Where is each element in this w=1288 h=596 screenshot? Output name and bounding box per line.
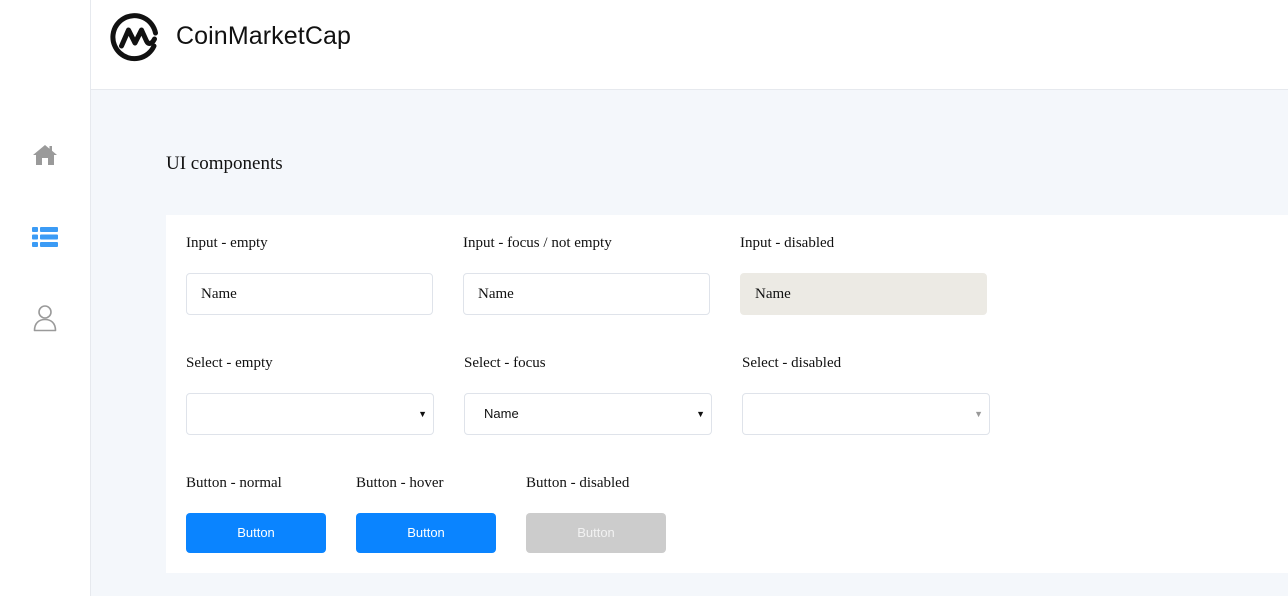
sidebar [0, 0, 91, 596]
button-normal[interactable]: Button [186, 513, 326, 553]
home-icon [33, 145, 57, 165]
button-normal-label: Button - normal [186, 475, 282, 491]
page-title: UI components [166, 153, 283, 174]
select-empty-label: Select - empty [186, 355, 273, 371]
input-disabled-label: Input - disabled [740, 235, 835, 251]
main-content: UI components Input - empty Input - focu… [91, 90, 1288, 596]
select-focus-label: Select - focus [464, 355, 546, 371]
input-empty-label: Input - empty [186, 235, 268, 251]
coinmarketcap-logo-icon[interactable] [110, 13, 161, 64]
input-disabled-field: Name [740, 273, 987, 315]
select-disabled-label: Select - disabled [742, 355, 842, 371]
select-empty[interactable]: ▼ [186, 393, 434, 435]
caret-down-icon: ▼ [974, 409, 983, 419]
brand-name[interactable]: CoinMarketCap [176, 22, 351, 51]
components-panel: Input - empty Input - focus / not empty … [166, 215, 1288, 573]
list-icon [32, 227, 58, 247]
header: CoinMarketCap [91, 0, 1288, 90]
button-hover[interactable]: Button [356, 513, 496, 553]
button-disabled: Button [526, 513, 666, 553]
select-disabled: ▼ [742, 393, 990, 435]
select-focus-value: Name [484, 406, 519, 421]
sidebar-item-list[interactable] [0, 212, 90, 262]
button-hover-label: Button - hover [356, 475, 444, 491]
button-disabled-label: Button - disabled [526, 475, 630, 491]
user-icon [33, 305, 57, 332]
select-focus[interactable]: Name ▼ [464, 393, 712, 435]
input-focus-label: Input - focus / not empty [463, 235, 612, 251]
input-empty-field[interactable]: Name [186, 273, 433, 315]
caret-down-icon: ▼ [696, 409, 705, 419]
sidebar-item-profile[interactable] [0, 293, 90, 343]
caret-down-icon: ▼ [418, 409, 427, 419]
sidebar-item-home[interactable] [0, 130, 90, 180]
input-focus-field[interactable]: Name [463, 273, 710, 315]
